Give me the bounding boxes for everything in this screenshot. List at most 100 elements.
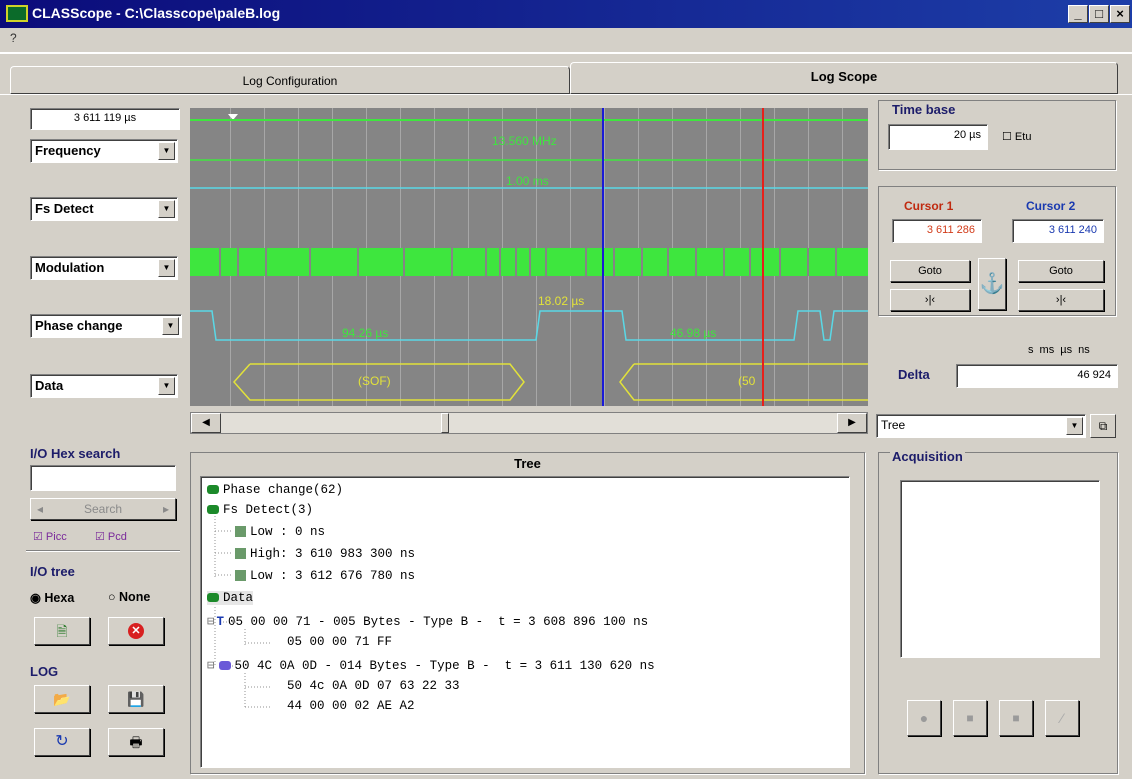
tree-row-frame2-bytes1[interactable]: 50 4c 0A 0D 07 63 22 33 xyxy=(287,679,460,693)
close-icon[interactable]: × xyxy=(1110,5,1130,23)
delta-label: Delta xyxy=(898,367,930,382)
channel-modulation-select[interactable]: Modulation ▼ xyxy=(30,256,178,280)
stop-button[interactable]: ■ xyxy=(953,700,987,736)
time-position-field[interactable]: 3 611 119 µs xyxy=(30,108,180,130)
maximize-icon[interactable]: □ xyxy=(1089,5,1109,23)
channel-data-label: Data xyxy=(35,378,64,393)
print-log-button[interactable]: 🖶 xyxy=(108,728,164,756)
hexa-radio[interactable]: ◉ Hexa xyxy=(30,590,74,605)
arrow-right-icon: ▸ xyxy=(162,502,169,516)
tab-separator xyxy=(0,52,1132,54)
channel-fsdetect-select[interactable]: Fs Detect ▼ xyxy=(30,197,178,221)
scroll-left-icon[interactable]: ◀ xyxy=(191,413,221,433)
cursor1-input[interactable]: 3 611 286 xyxy=(892,219,982,243)
time-base-title: Time base xyxy=(890,102,958,117)
pcd-checkbox[interactable]: ☑ Pcd xyxy=(95,530,127,543)
etu-checkbox[interactable]: ☐ Etu xyxy=(1002,130,1031,143)
time-base-input[interactable]: 20 µs xyxy=(888,124,988,150)
save-log-button[interactable]: 💾 xyxy=(108,685,164,713)
config-button[interactable]: ⁄ xyxy=(1045,700,1079,736)
record-button[interactable]: ● xyxy=(907,700,941,736)
scope-display[interactable]: 13.560 MHz 1.00 ms 18.02 µs 94.26 µs 46.… xyxy=(190,108,868,406)
stop-icon: ■ xyxy=(966,711,974,725)
cursor2-input[interactable]: 3 611 240 xyxy=(1012,219,1104,243)
tag-icon xyxy=(235,526,246,538)
expand-tree-button[interactable]: 🗎 xyxy=(34,617,90,645)
cursor2-title: Cursor 2 xyxy=(1026,199,1076,213)
anchor-button[interactable]: ⚓ xyxy=(978,258,1006,310)
data-frame-label: (50 xyxy=(738,374,756,388)
tree-row-frame1-bytes[interactable]: 05 00 00 71 FF xyxy=(287,635,392,649)
channel-fsdetect-label: Fs Detect xyxy=(35,201,94,216)
tag-icon xyxy=(235,570,246,582)
acquisition-list[interactable] xyxy=(900,480,1100,658)
anchor-icon: ⚓ xyxy=(979,273,1005,295)
minimize-icon[interactable]: _ xyxy=(1068,5,1088,23)
refresh-log-button[interactable]: ↻ xyxy=(34,728,90,756)
arrow-left-icon: ◂ xyxy=(37,502,44,516)
channel-modulation-label: Modulation xyxy=(35,260,105,275)
hex-search-input[interactable] xyxy=(30,465,176,491)
wand-icon: ⁄ xyxy=(1060,710,1064,726)
terminal-icon: T xyxy=(216,615,225,629)
picc-checkbox[interactable]: ☑ Picc xyxy=(33,530,67,543)
delta-field: 46 924 xyxy=(956,364,1118,388)
scroll-right-icon[interactable]: ▶ xyxy=(837,413,867,433)
sof-label: (SOF) xyxy=(358,374,391,388)
phase-duration-2: 18.02 µs xyxy=(538,294,585,308)
cursor1-goto-button[interactable]: Goto xyxy=(890,260,970,282)
tab-log-configuration[interactable]: Log Configuration xyxy=(10,66,570,94)
chevron-down-icon: ▼ xyxy=(158,142,175,160)
tree-row-data[interactable]: Data xyxy=(207,591,254,605)
tree-row-high[interactable]: High: 3 610 983 300 ns xyxy=(235,547,415,561)
channel-data-select[interactable]: Data ▼ xyxy=(30,374,178,398)
view-select-label: Tree xyxy=(881,418,906,432)
search-button[interactable]: ◂ Search ▸ xyxy=(30,498,176,520)
cursor2-goto-button[interactable]: Goto xyxy=(1018,260,1104,282)
tree-row-frame2[interactable]: ⊟ 50 4C 0A 0D - 014 Bytes - Type B - t = … xyxy=(207,657,655,673)
collapse-icon: ⊟ xyxy=(207,615,215,629)
view-select[interactable]: Tree ▼ xyxy=(876,414,1086,438)
title-bar: CLASScope - C:\Classcope\paleB.log _ □ × xyxy=(0,0,1132,28)
app-icon xyxy=(6,5,28,22)
chevron-down-icon: ▼ xyxy=(158,377,175,395)
copy-view-button[interactable]: ⧉ xyxy=(1090,414,1116,438)
channel-phase-select[interactable]: Phase change ▼ xyxy=(30,314,182,338)
picc-label: Picc xyxy=(45,531,67,543)
channel-frequency-label: Frequency xyxy=(35,143,101,158)
scope-scrollbar[interactable]: ◀ ▶ xyxy=(190,412,868,434)
phase-change-trace xyxy=(190,310,868,341)
channel-phase-label: Phase change xyxy=(35,318,123,333)
cursor1-title: Cursor 1 xyxy=(904,199,954,213)
cursor1-jump-button[interactable]: ›|‹ xyxy=(890,289,970,311)
window-title: CLASScope - C:\Classcope\paleB.log xyxy=(32,5,281,21)
log-title: LOG xyxy=(30,664,59,679)
pause-button[interactable]: ■ xyxy=(999,700,1033,736)
menu-bar: ? xyxy=(0,28,1132,50)
chevron-down-icon: ▼ xyxy=(1066,417,1083,435)
document-icon: 🗎 xyxy=(56,623,68,639)
tag-icon xyxy=(207,485,219,495)
tree-row-fsdetect[interactable]: Fs Detect(3) xyxy=(207,503,313,517)
tree-row-phase[interactable]: Phase change(62) xyxy=(207,483,343,497)
io-tree-title: I/O tree xyxy=(30,564,75,579)
cursor2-jump-button[interactable]: ›|‹ xyxy=(1018,289,1104,311)
folder-open-icon: 📂 xyxy=(53,691,71,707)
acquisition-title: Acquisition xyxy=(890,449,965,464)
tree-row-low2[interactable]: Low : 3 612 676 780 ns xyxy=(235,569,415,583)
open-log-button[interactable]: 📂 xyxy=(34,685,90,713)
refresh-icon: ↻ xyxy=(55,733,69,750)
tree-row-low1[interactable]: Low : 0 ns xyxy=(235,525,325,539)
none-radio[interactable]: ○ None xyxy=(108,590,150,604)
clear-tree-button[interactable]: ✕ xyxy=(108,617,164,645)
chevron-down-icon: ▼ xyxy=(158,200,175,218)
tree-view[interactable]: Phase change(62) Fs Detect(3) Low : 0 ns… xyxy=(200,476,850,768)
card-icon xyxy=(218,661,231,671)
tree-row-frame1[interactable]: ⊟ T 05 00 00 71 - 005 Bytes - Type B - t =… xyxy=(207,613,648,629)
tab-log-scope[interactable]: Log Scope xyxy=(570,62,1118,94)
menu-help[interactable]: ? xyxy=(10,31,17,45)
tree-row-frame2-bytes2[interactable]: 44 00 00 02 AE A2 xyxy=(287,699,415,713)
chevron-down-icon: ▼ xyxy=(158,259,175,277)
channel-frequency-select[interactable]: Frequency ▼ xyxy=(30,139,178,163)
scroll-thumb[interactable] xyxy=(441,413,449,433)
